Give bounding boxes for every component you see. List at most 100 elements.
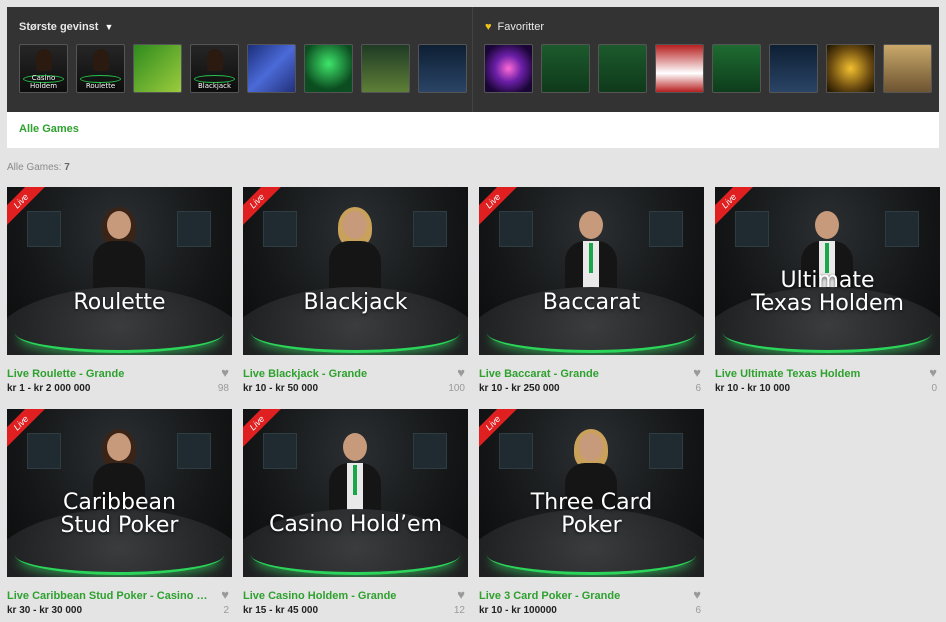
favorite-heart-icon[interactable]: ♥ [221,587,229,602]
panel-divider [472,7,473,112]
table-glow [723,313,932,353]
felt-table-thumb[interactable] [598,44,647,93]
background-screen [27,211,61,247]
romance-thumb[interactable] [769,44,818,93]
roses-thumb[interactable] [826,44,875,93]
game-stakes: kr 15 - kr 45 000 [243,605,319,616]
overlay-line: Baccarat [542,290,641,315]
overlay-line: Roulette [73,290,166,315]
favorite-heart-icon[interactable]: ♥ [929,365,937,380]
all-games-link[interactable]: Alle Games [19,123,79,135]
game-title-link[interactable]: Live Ultimate Texas Holdem [715,368,920,380]
starburst-thumb[interactable] [484,44,533,93]
card-thumb[interactable] [655,44,704,93]
game-card: Blackjack Live Live Blackjack - Grande kr 1… [243,187,468,401]
dealer-head [343,211,367,239]
game-thumbnail[interactable]: Ultimate Texas Holdem Live [715,187,940,355]
game-card: Baccarat Live Live Baccarat - Grande kr 10 … [479,187,704,401]
biggest-win-dropdown[interactable]: Største gevinst ▼ [19,21,113,33]
dealer-figure [207,49,223,71]
top-panel: Største gevinst ▼ Casino Holdem Roulette B… [7,7,939,112]
dealer-head [579,211,603,239]
background-screen [177,211,211,247]
background-screen [263,211,297,247]
thumbnail-caption: Blackjack [197,82,232,90]
table-glow [15,535,224,575]
overlay-line: Casino Hold’em [269,512,442,537]
background-screen [649,211,683,247]
dealer-head [107,211,131,239]
games-count: Alle Games: 7 [7,162,70,173]
favorite-count: 6 [695,605,701,616]
background-screen [177,433,211,469]
table-glow [251,313,460,353]
favorite-heart-icon[interactable]: ♥ [221,365,229,380]
dealer-head [815,211,839,239]
lantern-thumb[interactable] [304,44,353,93]
felt-table-thumb[interactable] [541,44,590,93]
game-thumbnail[interactable]: Roulette Live [7,187,232,355]
games-count-value: 7 [64,162,70,173]
table-glow [487,535,696,575]
thumbnail-caption: Roulette [85,82,116,90]
background-screen [649,433,683,469]
dealer-thumb[interactable]: Casino Holdem [19,44,68,93]
game-card: Roulette Live Live Roulette - Grande kr 1 -… [7,187,232,401]
overlay-line: Blackjack [303,290,408,315]
game-stakes: kr 30 - kr 30 000 [7,605,83,616]
game-thumbnail[interactable]: Casino Hold’em Live [243,409,468,577]
romance-thumb[interactable] [418,44,467,93]
heart-icon: ♥ [485,21,492,33]
background-screen [27,433,61,469]
slot-thumb[interactable] [361,44,410,93]
game-thumbnail[interactable]: Caribbean Stud Poker Live [7,409,232,577]
biggest-win-title: Største gevinst [19,21,99,33]
game-title-link[interactable]: Live Roulette - Grande [7,368,212,380]
game-overlay-title: Blackjack [243,291,468,314]
background-screen [885,211,919,247]
dealer-head [343,433,367,461]
background-screen [413,433,447,469]
game-thumbnail[interactable]: Baccarat Live [479,187,704,355]
favorite-count: 100 [448,383,465,394]
game-title-link[interactable]: Live Casino Holdem - Grande [243,590,448,602]
favorite-heart-icon[interactable]: ♥ [457,587,465,602]
overlay-line: Poker [561,513,622,538]
table-glow [487,313,696,353]
game-thumbnail[interactable]: Three Card Poker Live [479,409,704,577]
green-man-thumb[interactable] [133,44,182,93]
favorite-count: 12 [453,605,465,616]
table-glow [15,313,224,353]
dealer-figure [36,49,52,71]
favorite-count: 0 [931,383,937,394]
favorite-heart-icon[interactable]: ♥ [693,587,701,602]
game-stakes: kr 10 - kr 50 000 [243,383,319,394]
favorite-count: 2 [223,605,229,616]
slot-thumb[interactable] [247,44,296,93]
background-screen [263,433,297,469]
overlay-line: Texas Holdem [751,291,904,316]
overlay-line: Caribbean [63,490,176,515]
favorite-heart-icon[interactable]: ♥ [457,365,465,380]
favorite-count: 98 [217,383,229,394]
dealer-thumb[interactable]: Blackjack [190,44,239,93]
game-stakes: kr 10 - kr 100000 [479,605,557,616]
favorites-title: Favoritter [497,21,544,33]
background-screen [735,211,769,247]
aztec-thumb[interactable] [883,44,932,93]
favorite-heart-icon[interactable]: ♥ [693,365,701,380]
background-screen [413,211,447,247]
blackjack-thumb[interactable] [712,44,761,93]
dealer-thumb[interactable]: Roulette [76,44,125,93]
game-overlay-title: Casino Hold’em [243,513,468,536]
background-screen [499,211,533,247]
game-title-link[interactable]: Live Blackjack - Grande [243,368,448,380]
game-thumbnail[interactable]: Blackjack Live [243,187,468,355]
dealer-figure [93,49,109,71]
game-title-link[interactable]: Live 3 Card Poker - Grande [479,590,684,602]
game-title-link[interactable]: Live Baccarat - Grande [479,368,684,380]
game-overlay-title: Roulette [7,291,232,314]
game-title-link[interactable]: Live Caribbean Stud Poker - Casino Grand… [7,590,212,602]
game-card: Ultimate Texas Holdem Live Live Ultimate Te… [715,187,940,401]
favorites-thumbnails [484,44,932,93]
